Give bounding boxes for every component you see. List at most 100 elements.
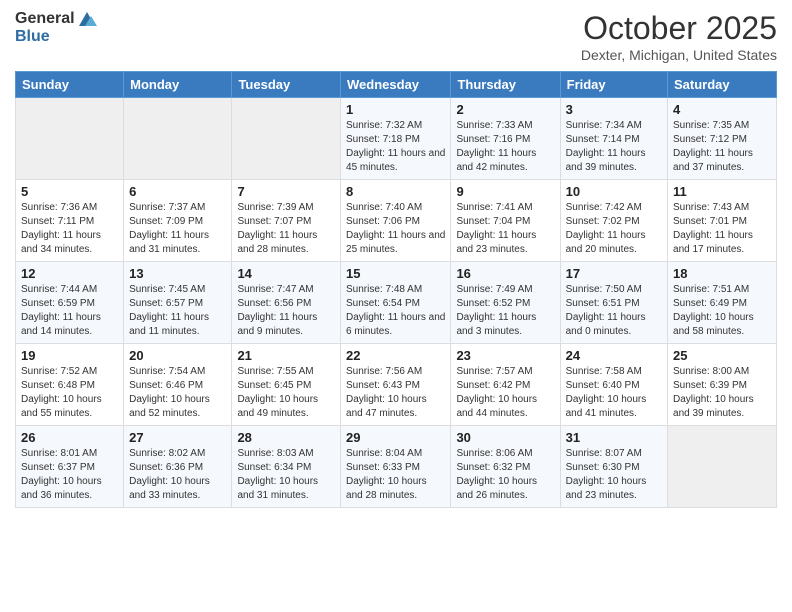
day-info: Sunrise: 7:37 AM Sunset: 7:09 PM Dayligh… — [129, 201, 226, 257]
main-title: October 2025 — [581, 10, 777, 47]
day-number: 17 — [566, 266, 662, 281]
calendar-week-row: 5 Sunrise: 7:36 AM Sunset: 7:11 PM Daylig… — [16, 180, 777, 262]
day-info: Sunrise: 7:35 AM Sunset: 7:12 PM Dayligh… — [673, 119, 771, 175]
calendar-cell: 14 Sunrise: 7:47 AM Sunset: 6:56 PM Dayli… — [232, 262, 341, 344]
calendar-header-wednesday: Wednesday — [341, 72, 451, 98]
calendar-cell: 10 Sunrise: 7:42 AM Sunset: 7:02 PM Dayli… — [560, 180, 667, 262]
day-info: Sunrise: 7:43 AM Sunset: 7:01 PM Dayligh… — [673, 201, 771, 257]
day-number: 21 — [237, 348, 335, 363]
day-info: Sunrise: 7:36 AM Sunset: 7:11 PM Dayligh… — [21, 201, 118, 257]
day-info: Sunrise: 8:02 AM Sunset: 6:36 PM Dayligh… — [129, 447, 226, 503]
day-number: 1 — [346, 102, 445, 117]
day-number: 5 — [21, 184, 118, 199]
day-number: 16 — [456, 266, 554, 281]
day-info: Sunrise: 7:34 AM Sunset: 7:14 PM Dayligh… — [566, 119, 662, 175]
day-info: Sunrise: 7:42 AM Sunset: 7:02 PM Dayligh… — [566, 201, 662, 257]
calendar-cell — [232, 98, 341, 180]
calendar-cell: 25Sunrise: 8:00 AM Sunset: 6:39 PM Dayli… — [668, 344, 777, 426]
day-info: Sunrise: 8:03 AM Sunset: 6:34 PM Dayligh… — [237, 447, 335, 503]
calendar-header-tuesday: Tuesday — [232, 72, 341, 98]
day-number: 29 — [346, 430, 445, 445]
day-info: Sunrise: 7:56 AM Sunset: 6:43 PM Dayligh… — [346, 365, 445, 421]
calendar-cell — [124, 98, 232, 180]
day-info: Sunrise: 7:41 AM Sunset: 7:04 PM Dayligh… — [456, 201, 554, 257]
calendar-header-friday: Friday — [560, 72, 667, 98]
day-number: 13 — [129, 266, 226, 281]
day-info: Sunrise: 7:33 AM Sunset: 7:16 PM Dayligh… — [456, 119, 554, 175]
calendar-header-saturday: Saturday — [668, 72, 777, 98]
day-number: 20 — [129, 348, 226, 363]
subtitle: Dexter, Michigan, United States — [581, 47, 777, 63]
day-info: Sunrise: 7:49 AM Sunset: 6:52 PM Dayligh… — [456, 283, 554, 339]
day-number: 11 — [673, 184, 771, 199]
calendar-cell: 9 Sunrise: 7:41 AM Sunset: 7:04 PM Daylig… — [451, 180, 560, 262]
day-info: Sunrise: 7:57 AM Sunset: 6:42 PM Dayligh… — [456, 365, 554, 421]
calendar-cell: 16 Sunrise: 7:49 AM Sunset: 6:52 PM Dayli… — [451, 262, 560, 344]
day-info: Sunrise: 7:39 AM Sunset: 7:07 PM Dayligh… — [237, 201, 335, 257]
calendar-cell: 2 Sunrise: 7:33 AM Sunset: 7:16 PM Daylig… — [451, 98, 560, 180]
day-number: 18 — [673, 266, 771, 281]
calendar-cell: 28 Sunrise: 8:03 AM Sunset: 6:34 PM Dayli… — [232, 426, 341, 508]
day-number: 24 — [566, 348, 662, 363]
calendar-cell: 18Sunrise: 7:51 AM Sunset: 6:49 PM Dayli… — [668, 262, 777, 344]
calendar-cell — [668, 426, 777, 508]
calendar-cell: 3 Sunrise: 7:34 AM Sunset: 7:14 PM Daylig… — [560, 98, 667, 180]
calendar-cell: 30Sunrise: 8:06 AM Sunset: 6:32 PM Dayli… — [451, 426, 560, 508]
calendar-cell: 17 Sunrise: 7:50 AM Sunset: 6:51 PM Dayli… — [560, 262, 667, 344]
day-number: 14 — [237, 266, 335, 281]
calendar-cell: 19Sunrise: 7:52 AM Sunset: 6:48 PM Dayli… — [16, 344, 124, 426]
calendar-table: SundayMondayTuesdayWednesdayThursdayFrid… — [15, 71, 777, 508]
logo: General Blue — [15, 10, 97, 46]
day-info: Sunrise: 7:55 AM Sunset: 6:45 PM Dayligh… — [237, 365, 335, 421]
calendar-week-row: 26 Sunrise: 8:01 AM Sunset: 6:37 PM Dayli… — [16, 426, 777, 508]
calendar-cell: 31Sunrise: 8:07 AM Sunset: 6:30 PM Dayli… — [560, 426, 667, 508]
day-number: 31 — [566, 430, 662, 445]
calendar-cell: 27 Sunrise: 8:02 AM Sunset: 6:36 PM Dayli… — [124, 426, 232, 508]
calendar-cell: 13Sunrise: 7:45 AM Sunset: 6:57 PM Dayli… — [124, 262, 232, 344]
day-number: 28 — [237, 430, 335, 445]
header: General Blue October 2025 Dexter, Michig… — [15, 10, 777, 63]
day-info: Sunrise: 7:44 AM Sunset: 6:59 PM Dayligh… — [21, 283, 118, 339]
calendar-cell: 12 Sunrise: 7:44 AM Sunset: 6:59 PM Dayli… — [16, 262, 124, 344]
calendar-cell: 20 Sunrise: 7:54 AM Sunset: 6:46 PM Dayli… — [124, 344, 232, 426]
calendar-cell: 6 Sunrise: 7:37 AM Sunset: 7:09 PM Daylig… — [124, 180, 232, 262]
day-number: 10 — [566, 184, 662, 199]
day-info: Sunrise: 7:50 AM Sunset: 6:51 PM Dayligh… — [566, 283, 662, 339]
day-number: 2 — [456, 102, 554, 117]
day-number: 22 — [346, 348, 445, 363]
day-info: Sunrise: 7:54 AM Sunset: 6:46 PM Dayligh… — [129, 365, 226, 421]
day-info: Sunrise: 7:48 AM Sunset: 6:54 PM Dayligh… — [346, 283, 445, 339]
day-number: 4 — [673, 102, 771, 117]
calendar-week-row: 1Sunrise: 7:32 AM Sunset: 7:18 PM Daylig… — [16, 98, 777, 180]
calendar-week-row: 19Sunrise: 7:52 AM Sunset: 6:48 PM Dayli… — [16, 344, 777, 426]
day-number: 6 — [129, 184, 226, 199]
day-number: 3 — [566, 102, 662, 117]
day-number: 9 — [456, 184, 554, 199]
day-number: 27 — [129, 430, 226, 445]
calendar-cell: 8Sunrise: 7:40 AM Sunset: 7:06 PM Daylig… — [341, 180, 451, 262]
calendar-header-row: SundayMondayTuesdayWednesdayThursdayFrid… — [16, 72, 777, 98]
day-info: Sunrise: 7:58 AM Sunset: 6:40 PM Dayligh… — [566, 365, 662, 421]
day-info: Sunrise: 8:01 AM Sunset: 6:37 PM Dayligh… — [21, 447, 118, 503]
calendar-cell: 21 Sunrise: 7:55 AM Sunset: 6:45 PM Dayli… — [232, 344, 341, 426]
logo-general-text: General — [15, 10, 75, 28]
calendar-cell: 7 Sunrise: 7:39 AM Sunset: 7:07 PM Daylig… — [232, 180, 341, 262]
calendar-cell: 1Sunrise: 7:32 AM Sunset: 7:18 PM Daylig… — [341, 98, 451, 180]
calendar-cell: 4 Sunrise: 7:35 AM Sunset: 7:12 PM Daylig… — [668, 98, 777, 180]
day-number: 15 — [346, 266, 445, 281]
logo-blue-text: Blue — [15, 28, 50, 46]
day-number: 30 — [456, 430, 554, 445]
day-info: Sunrise: 7:47 AM Sunset: 6:56 PM Dayligh… — [237, 283, 335, 339]
calendar-week-row: 12 Sunrise: 7:44 AM Sunset: 6:59 PM Dayli… — [16, 262, 777, 344]
calendar-header-monday: Monday — [124, 72, 232, 98]
calendar-cell: 11 Sunrise: 7:43 AM Sunset: 7:01 PM Dayli… — [668, 180, 777, 262]
day-number: 26 — [21, 430, 118, 445]
title-section: October 2025 Dexter, Michigan, United St… — [581, 10, 777, 63]
calendar-cell: 26 Sunrise: 8:01 AM Sunset: 6:37 PM Dayli… — [16, 426, 124, 508]
calendar-cell: 29 Sunrise: 8:04 AM Sunset: 6:33 PM Dayli… — [341, 426, 451, 508]
day-number: 12 — [21, 266, 118, 281]
day-info: Sunrise: 7:52 AM Sunset: 6:48 PM Dayligh… — [21, 365, 118, 421]
calendar-cell: 22 Sunrise: 7:56 AM Sunset: 6:43 PM Dayli… — [341, 344, 451, 426]
day-info: Sunrise: 8:04 AM Sunset: 6:33 PM Dayligh… — [346, 447, 445, 503]
day-number: 7 — [237, 184, 335, 199]
